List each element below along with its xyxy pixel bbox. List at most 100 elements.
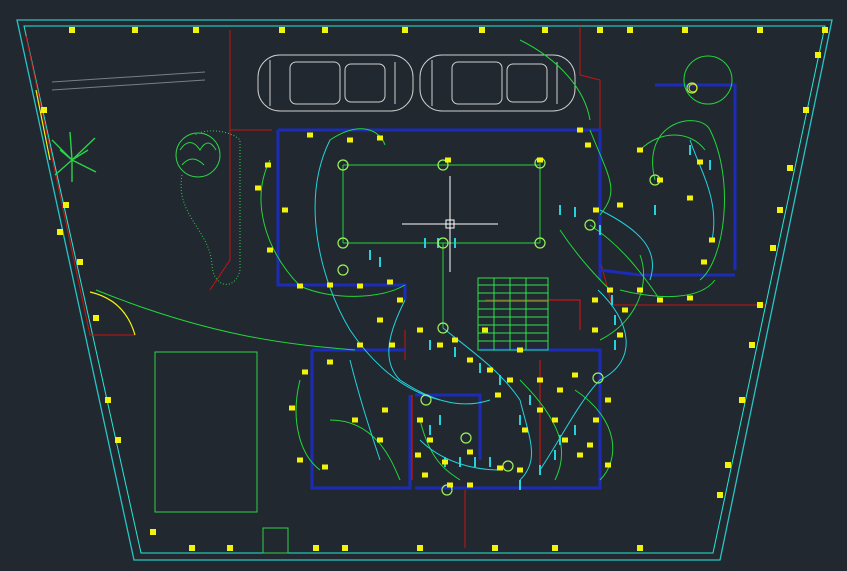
light-fixture (227, 545, 233, 551)
circuit-line (689, 139, 715, 241)
light-fixture (415, 452, 421, 458)
light-fixture (417, 545, 423, 551)
light-fixture (377, 317, 383, 323)
light-fixture (572, 372, 578, 378)
light-fixture (687, 295, 693, 301)
light-fixture (542, 27, 548, 33)
light-fixture (105, 397, 111, 403)
light-fixture (322, 464, 328, 470)
light-fixture (482, 327, 488, 333)
light-fixture (357, 283, 363, 289)
light-fixture (377, 135, 383, 141)
light-fixture (327, 282, 333, 288)
wire (299, 284, 406, 297)
light-fixture (77, 259, 83, 265)
staircase (477, 277, 549, 351)
planting-bed (180, 130, 241, 285)
light-fixture (69, 27, 75, 33)
light-fixture (193, 27, 199, 33)
light-fixture (757, 302, 763, 308)
light-fixture (605, 462, 611, 468)
light-fixture (637, 545, 643, 551)
lamp-symbol (460, 432, 472, 444)
light-fixture (815, 52, 821, 58)
light-fixture (297, 457, 303, 463)
light-fixture (749, 342, 755, 348)
light-fixture (377, 437, 383, 443)
light-fixture (342, 545, 348, 551)
light-fixture (467, 449, 473, 455)
light-fixture (389, 342, 395, 348)
light-fixture (357, 342, 363, 348)
light-fixture (709, 237, 715, 243)
site-boundary (16, 19, 833, 561)
light-fixture (577, 452, 583, 458)
light-fixture (822, 27, 828, 33)
light-fixture (322, 27, 328, 33)
light-fixture (313, 545, 319, 551)
light-fixture (352, 417, 358, 423)
light-fixture (492, 545, 498, 551)
light-fixture (427, 437, 433, 443)
light-fixture (517, 347, 523, 353)
light-fixture (587, 442, 593, 448)
crosshair-cursor (402, 176, 498, 272)
light-fixture (537, 377, 543, 383)
light-fixture (132, 27, 138, 33)
light-fixture (552, 417, 558, 423)
lamp-symbol (502, 460, 514, 472)
light-fixture (585, 142, 591, 148)
light-fixture (63, 202, 69, 208)
circuit-line (388, 299, 491, 405)
light-fixture (617, 332, 623, 338)
light-fixture (627, 27, 633, 33)
light-fixture (417, 327, 423, 333)
light-fixture (593, 417, 599, 423)
circuit-line (539, 289, 627, 471)
light-fixture (507, 377, 513, 383)
light-fixture (150, 529, 156, 535)
light-fixture (552, 545, 558, 551)
wire (559, 229, 611, 291)
cyan-circuits (314, 139, 715, 490)
light-fixture (597, 27, 603, 33)
light-fixture (517, 467, 523, 473)
wire (95, 289, 356, 351)
cad-drawing-canvas[interactable] (0, 0, 847, 571)
building-walls (276, 83, 737, 490)
light-fixture (402, 27, 408, 33)
light-fixture (657, 297, 663, 303)
light-fixture (442, 459, 448, 465)
car-right (419, 54, 576, 112)
light-fixture (697, 159, 703, 165)
light-fixture (93, 315, 99, 321)
light-fixture (777, 207, 783, 213)
light-fixture (397, 297, 403, 303)
light-fixture (297, 283, 303, 289)
light-fixture (537, 407, 543, 413)
wire (639, 134, 706, 151)
light-fixture (382, 407, 388, 413)
light-fixture (701, 259, 707, 265)
light-fixture (452, 337, 458, 343)
light-fixture (577, 127, 583, 133)
wire (329, 419, 401, 481)
light-fixture (593, 207, 599, 213)
gate-swing (35, 89, 136, 336)
light-fixture (307, 132, 313, 138)
light-fixture (41, 107, 47, 113)
light-fixture (467, 357, 473, 363)
car-left (257, 54, 414, 112)
light-fixture (803, 107, 809, 113)
light-fixture (562, 437, 568, 443)
meter-box (262, 527, 289, 554)
light-fixture (267, 247, 273, 253)
light-fixture (467, 482, 473, 488)
palm-tree (51, 131, 97, 182)
shrub (175, 132, 221, 178)
circuit-line (314, 139, 441, 401)
light-fixture (687, 195, 693, 201)
light-fixture (57, 229, 63, 235)
lawn-area (154, 351, 258, 513)
light-fixture (607, 287, 613, 293)
